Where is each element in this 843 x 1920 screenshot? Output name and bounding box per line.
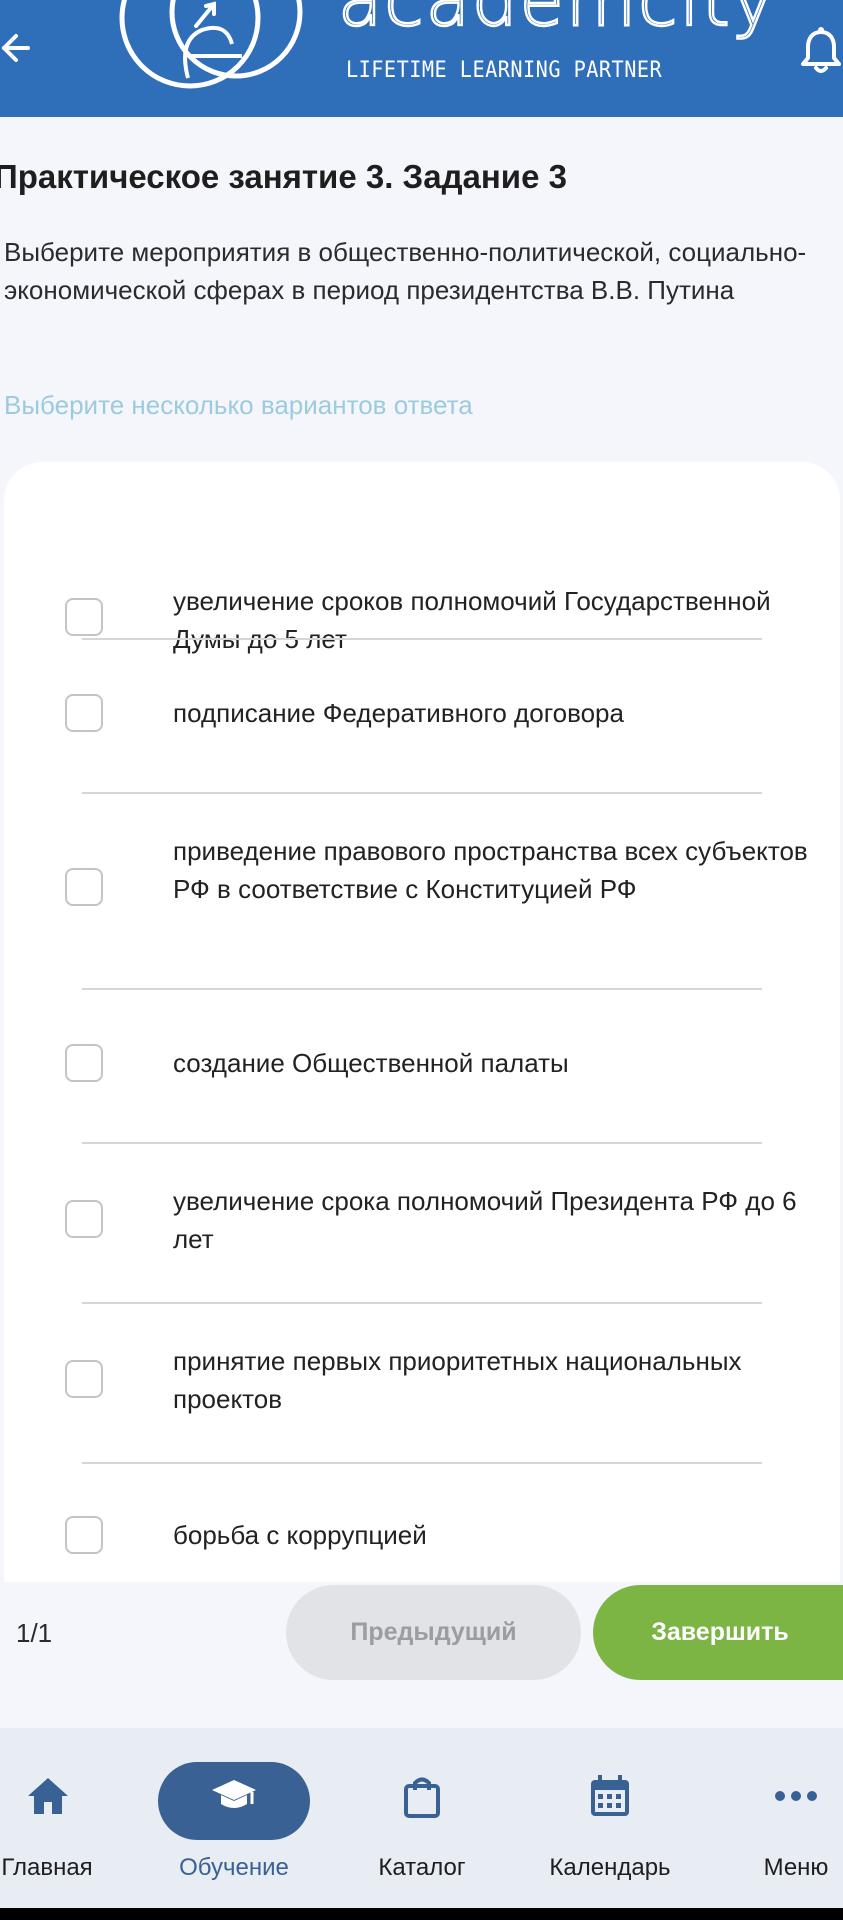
option-label: создание Общественной палаты — [173, 1048, 569, 1078]
option-label: приведение правового пространства всех с… — [173, 836, 808, 904]
option-label: увеличение срока полномочий Президента Р… — [173, 1186, 797, 1254]
graduation-cap-icon — [212, 1780, 256, 1808]
option-label: подписание Федеративного договора — [173, 698, 624, 728]
nav-label: Календарь — [549, 1854, 671, 1881]
finish-button[interactable]: Завершить — [593, 1585, 843, 1680]
option-item[interactable]: борьба с коррупцией — [4, 462, 840, 1554]
previous-button[interactable]: Предыдущий — [286, 1585, 581, 1680]
divider — [82, 1462, 762, 1464]
shopping-bag-icon — [404, 1777, 440, 1818]
more-dots-icon — [775, 1791, 817, 1801]
option-label: принятие первых приоритетных национальны… — [173, 1346, 742, 1414]
divider — [82, 1142, 762, 1144]
divider — [82, 988, 762, 990]
calendar-icon — [591, 1775, 629, 1816]
logo-tagline: LIFETIME LEARNING PARTNER — [346, 58, 663, 83]
nav-item-menu[interactable]: Меню — [716, 1728, 843, 1908]
option-item[interactable]: увеличение сроков полномочий Государстве… — [4, 522, 840, 654]
divider — [82, 638, 762, 640]
nav-item-catalog[interactable]: Каталог — [342, 1728, 502, 1908]
option-checkbox[interactable] — [65, 1044, 103, 1082]
academcity-logo-icon — [119, 0, 303, 89]
option-checkbox[interactable] — [65, 1516, 103, 1554]
option-checkbox[interactable] — [65, 598, 103, 636]
arrow-left-icon[interactable] — [0, 26, 34, 70]
nav-item-home[interactable]: Главная — [0, 1728, 160, 1908]
nav-item-learning[interactable]: Обучение — [154, 1728, 314, 1908]
divider — [82, 1302, 762, 1304]
option-checkbox[interactable] — [65, 1360, 103, 1398]
app-header: academcity LIFETIME LEARNING PARTNER — [0, 0, 843, 117]
page-title: Практическое занятие 3. Задание 3 — [0, 158, 567, 195]
nav-label: Главная — [1, 1854, 93, 1881]
option-checkbox[interactable] — [65, 1200, 103, 1238]
page-counter: 1/1 — [16, 1618, 53, 1648]
bell-icon[interactable] — [799, 26, 843, 76]
system-bar — [0, 1908, 843, 1920]
divider — [82, 792, 762, 794]
option-label: борьба с коррупцией — [173, 1520, 427, 1550]
nav-label: Каталог — [378, 1854, 466, 1881]
logo-wordmark: academcity — [337, 0, 777, 42]
nav-label: Меню — [763, 1854, 829, 1881]
option-checkbox[interactable] — [65, 694, 103, 732]
answer-hint: Выберите несколько вариантов ответа — [4, 390, 473, 420]
home-icon — [28, 1778, 68, 1814]
question-text: Выберите мероприятия в общественно-полит… — [4, 237, 807, 305]
bottom-navigation: Главная Обучение Каталог Календарь Меню — [0, 1728, 843, 1908]
nav-label: Обучение — [179, 1854, 289, 1881]
options-card: увеличение сроков полномочий Государстве… — [4, 462, 840, 1582]
option-checkbox[interactable] — [65, 868, 103, 906]
option-label: увеличение сроков полномочий Государстве… — [173, 586, 771, 654]
nav-item-calendar[interactable]: Календарь — [530, 1728, 690, 1908]
